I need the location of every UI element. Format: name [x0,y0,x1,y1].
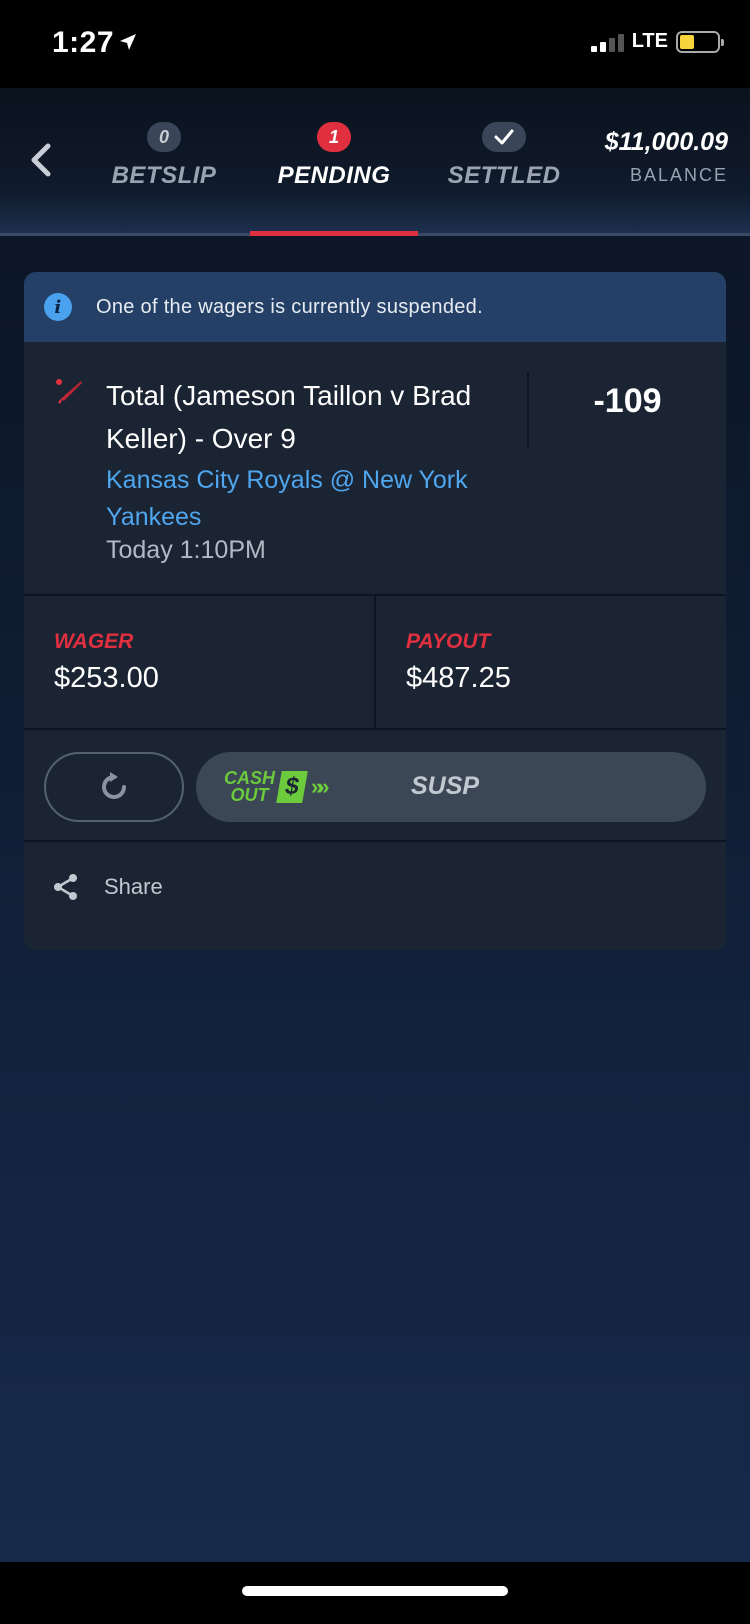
bet-title: Total (Jameson Taillon v Brad Keller) - … [106,380,472,454]
back-chevron-icon[interactable] [22,138,62,182]
payout-label: PAYOUT [406,630,491,653]
status-indicators: LTE [590,30,724,53]
cash-out-text: CASH OUT [224,769,275,805]
wager-value: $253.00 [54,662,159,694]
bet-actions: CASH OUT $ »» SUSP [24,730,726,842]
share-button[interactable]: Share [24,842,726,932]
wager-label: WAGER [54,630,134,653]
info-icon: i [44,293,72,321]
balance-label: BALANCE [629,165,728,185]
home-indicator[interactable] [242,1586,508,1596]
app-screen: 0 BETSLIP 1 PENDING SETTLED $11,000.09 B… [0,88,750,1562]
refresh-button[interactable] [44,752,184,822]
tab-settled-label: SETTLED [447,162,561,189]
double-chevron-right-icon: »» [311,774,330,799]
active-tab-indicator [250,231,418,236]
payout-value: $487.25 [406,662,511,694]
status-bar: 1:27 LTE [0,0,750,88]
share-label: Share [104,874,163,899]
betslip-count-badge: 0 [147,122,181,152]
top-nav: 0 BETSLIP 1 PENDING SETTLED $11,000.09 B… [0,88,750,236]
balance-amount: $11,000.09 [604,128,728,156]
signal-strength-icon [590,32,624,52]
tab-settled[interactable]: SETTLED [424,122,584,190]
pending-count-badge: 1 [317,122,351,152]
suspended-notice: i One of the wagers is currently suspend… [24,272,726,342]
bet-card: i One of the wagers is currently suspend… [24,272,726,950]
cash-out-button[interactable]: CASH OUT $ »» SUSP [196,752,706,822]
tab-betslip[interactable]: 0 BETSLIP [84,122,244,190]
bet-start-time: Today 1:10PM [106,536,266,564]
clock-text: 1:27 [52,26,115,59]
wager-cell: WAGER $253.00 [24,596,374,728]
bet-odds: -109 [593,382,662,420]
bet-matchup-link[interactable]: Kansas City Royals @ New York Yankees [106,462,486,536]
home-indicator-area [0,1562,750,1624]
cash-out-logo: CASH OUT $ »» [224,769,330,805]
battery-icon [676,30,724,53]
dollar-tag-icon: $ [276,771,308,803]
notice-text: One of the wagers is currently suspended… [96,295,483,318]
tab-pending[interactable]: 1 PENDING [254,122,414,190]
share-icon [54,874,77,900]
balance: $11,000.09 BALANCE [605,128,728,186]
baseball-bat-icon [56,379,82,404]
check-icon [482,122,526,152]
wager-payout-row: WAGER $253.00 PAYOUT $487.25 [24,596,726,730]
location-arrow-icon [120,34,136,50]
refresh-icon [102,772,126,799]
cash-out-line2: OUT [230,785,269,805]
payout-cell: PAYOUT $487.25 [374,596,726,728]
bet-details: Total (Jameson Taillon v Brad Keller) - … [24,342,726,596]
tab-betslip-label: BETSLIP [111,162,217,189]
network-type: LTE [631,30,668,52]
cash-out-status: SUSP [411,772,480,800]
tab-pending-label: PENDING [277,162,391,189]
status-time: 1:27 [52,26,136,60]
